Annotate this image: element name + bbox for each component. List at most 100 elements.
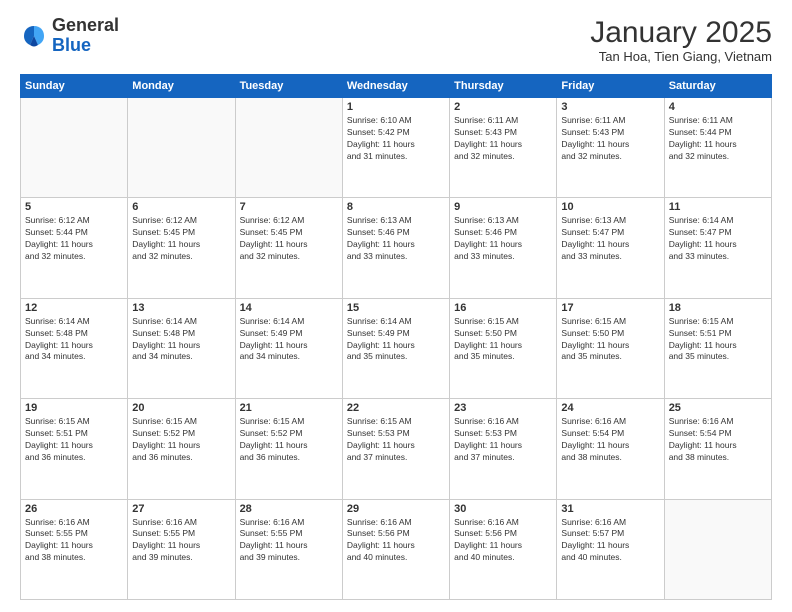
calendar-cell: 20Sunrise: 6:15 AM Sunset: 5:52 PM Dayli… (128, 399, 235, 499)
day-number: 28 (240, 503, 338, 515)
day-number: 27 (132, 503, 230, 515)
day-info: Sunrise: 6:10 AM Sunset: 5:42 PM Dayligh… (347, 115, 445, 163)
calendar-header-row: SundayMondayTuesdayWednesdayThursdayFrid… (21, 75, 772, 98)
calendar-cell (664, 499, 771, 599)
calendar-week-1: 5 Sunrise: 6:12 AM Sunset: 5:44 PM Daylig… (21, 198, 772, 298)
day-info: Sunrise: 6:15 AM Sunset: 5:50 PM Dayligh… (454, 316, 552, 364)
calendar-cell (21, 98, 128, 198)
header: General Blue January 2025 Tan Hoa, Tien … (20, 16, 772, 64)
calendar-cell: 9 Sunrise: 6:13 AM Sunset: 5:46 PM Daylig… (450, 198, 557, 298)
col-header-tuesday: Tuesday (235, 75, 342, 98)
day-number: 6 (132, 201, 230, 213)
logo-blue: Blue (52, 35, 91, 55)
day-info: Sunrise: 6:16 AM Sunset: 5:54 PM Dayligh… (669, 416, 767, 464)
day-number: 31 (561, 503, 659, 515)
calendar-cell: 12 Sunrise: 6:14 AM Sunset: 5:48 PM Dayli… (21, 298, 128, 398)
day-info: Sunrise: 6:16 AM Sunset: 5:57 PM Dayligh… (561, 517, 659, 565)
calendar-cell: 11Sunrise: 6:14 AM Sunset: 5:47 PM Dayli… (664, 198, 771, 298)
day-number: 13 (132, 302, 230, 314)
calendar-cell: 19 Sunrise: 6:15 AM Sunset: 5:51 PM Dayli… (21, 399, 128, 499)
day-info: Sunrise: 6:11 AM Sunset: 5:43 PM Dayligh… (561, 115, 659, 163)
calendar-cell: 30Sunrise: 6:16 AM Sunset: 5:56 PM Dayli… (450, 499, 557, 599)
calendar-cell: 15Sunrise: 6:14 AM Sunset: 5:49 PM Dayli… (342, 298, 449, 398)
day-number: 15 (347, 302, 445, 314)
col-header-thursday: Thursday (450, 75, 557, 98)
calendar-cell: 1Sunrise: 6:10 AM Sunset: 5:42 PM Daylig… (342, 98, 449, 198)
calendar-cell: 28 Sunrise: 6:16 AM Sunset: 5:55 PM Dayli… (235, 499, 342, 599)
calendar-cell: 22Sunrise: 6:15 AM Sunset: 5:53 PM Dayli… (342, 399, 449, 499)
calendar-cell: 3 Sunrise: 6:11 AM Sunset: 5:43 PM Daylig… (557, 98, 664, 198)
day-number: 7 (240, 201, 338, 213)
day-info: Sunrise: 6:11 AM Sunset: 5:43 PM Dayligh… (454, 115, 552, 163)
day-info: Sunrise: 6:14 AM Sunset: 5:48 PM Dayligh… (132, 316, 230, 364)
calendar-week-3: 19 Sunrise: 6:15 AM Sunset: 5:51 PM Dayli… (21, 399, 772, 499)
day-info: Sunrise: 6:15 AM Sunset: 5:51 PM Dayligh… (669, 316, 767, 364)
day-info: Sunrise: 6:14 AM Sunset: 5:48 PM Dayligh… (25, 316, 123, 364)
day-number: 3 (561, 101, 659, 113)
col-header-friday: Friday (557, 75, 664, 98)
logo: General Blue (20, 16, 119, 56)
day-info: Sunrise: 6:15 AM Sunset: 5:52 PM Dayligh… (240, 416, 338, 464)
calendar-cell: 21 Sunrise: 6:15 AM Sunset: 5:52 PM Dayli… (235, 399, 342, 499)
calendar-cell: 10Sunrise: 6:13 AM Sunset: 5:47 PM Dayli… (557, 198, 664, 298)
location: Tan Hoa, Tien Giang, Vietnam (590, 49, 772, 64)
col-header-wednesday: Wednesday (342, 75, 449, 98)
day-info: Sunrise: 6:16 AM Sunset: 5:56 PM Dayligh… (347, 517, 445, 565)
day-info: Sunrise: 6:12 AM Sunset: 5:45 PM Dayligh… (240, 215, 338, 263)
day-number: 29 (347, 503, 445, 515)
calendar-cell: 2 Sunrise: 6:11 AM Sunset: 5:43 PM Daylig… (450, 98, 557, 198)
day-info: Sunrise: 6:12 AM Sunset: 5:44 PM Dayligh… (25, 215, 123, 263)
day-number: 2 (454, 101, 552, 113)
day-number: 24 (561, 402, 659, 414)
day-info: Sunrise: 6:13 AM Sunset: 5:47 PM Dayligh… (561, 215, 659, 263)
day-number: 12 (25, 302, 123, 314)
calendar-week-4: 26 Sunrise: 6:16 AM Sunset: 5:55 PM Dayli… (21, 499, 772, 599)
day-info: Sunrise: 6:13 AM Sunset: 5:46 PM Dayligh… (454, 215, 552, 263)
calendar-cell: 26Sunrise: 6:16 AM Sunset: 5:55 PM Dayli… (21, 499, 128, 599)
month-title: January 2025 (590, 16, 772, 49)
day-info: Sunrise: 6:12 AM Sunset: 5:45 PM Dayligh… (132, 215, 230, 263)
calendar-cell: 4Sunrise: 6:11 AM Sunset: 5:44 PM Daylig… (664, 98, 771, 198)
calendar-week-0: 1Sunrise: 6:10 AM Sunset: 5:42 PM Daylig… (21, 98, 772, 198)
day-info: Sunrise: 6:16 AM Sunset: 5:53 PM Dayligh… (454, 416, 552, 464)
calendar-cell: 17 Sunrise: 6:15 AM Sunset: 5:50 PM Dayli… (557, 298, 664, 398)
calendar-cell: 8 Sunrise: 6:13 AM Sunset: 5:46 PM Daylig… (342, 198, 449, 298)
calendar-cell: 13 Sunrise: 6:14 AM Sunset: 5:48 PM Dayli… (128, 298, 235, 398)
calendar-cell: 29 Sunrise: 6:16 AM Sunset: 5:56 PM Dayli… (342, 499, 449, 599)
day-number: 9 (454, 201, 552, 213)
day-number: 21 (240, 402, 338, 414)
day-number: 5 (25, 201, 123, 213)
calendar-cell: 5 Sunrise: 6:12 AM Sunset: 5:44 PM Daylig… (21, 198, 128, 298)
day-info: Sunrise: 6:15 AM Sunset: 5:50 PM Dayligh… (561, 316, 659, 364)
calendar-cell: 6 Sunrise: 6:12 AM Sunset: 5:45 PM Daylig… (128, 198, 235, 298)
calendar-cell (128, 98, 235, 198)
title-block: January 2025 Tan Hoa, Tien Giang, Vietna… (590, 16, 772, 64)
calendar-cell: 23 Sunrise: 6:16 AM Sunset: 5:53 PM Dayli… (450, 399, 557, 499)
col-header-sunday: Sunday (21, 75, 128, 98)
day-number: 14 (240, 302, 338, 314)
day-info: Sunrise: 6:13 AM Sunset: 5:46 PM Dayligh… (347, 215, 445, 263)
day-info: Sunrise: 6:16 AM Sunset: 5:55 PM Dayligh… (240, 517, 338, 565)
calendar-cell: 31 Sunrise: 6:16 AM Sunset: 5:57 PM Dayli… (557, 499, 664, 599)
day-info: Sunrise: 6:14 AM Sunset: 5:49 PM Dayligh… (240, 316, 338, 364)
day-info: Sunrise: 6:15 AM Sunset: 5:51 PM Dayligh… (25, 416, 123, 464)
calendar-cell: 27 Sunrise: 6:16 AM Sunset: 5:55 PM Dayli… (128, 499, 235, 599)
day-number: 23 (454, 402, 552, 414)
logo-icon (20, 22, 48, 50)
day-number: 25 (669, 402, 767, 414)
day-info: Sunrise: 6:16 AM Sunset: 5:54 PM Dayligh… (561, 416, 659, 464)
day-number: 4 (669, 101, 767, 113)
day-number: 8 (347, 201, 445, 213)
day-number: 20 (132, 402, 230, 414)
calendar-cell: 14 Sunrise: 6:14 AM Sunset: 5:49 PM Dayli… (235, 298, 342, 398)
day-info: Sunrise: 6:16 AM Sunset: 5:55 PM Dayligh… (132, 517, 230, 565)
calendar-week-2: 12 Sunrise: 6:14 AM Sunset: 5:48 PM Dayli… (21, 298, 772, 398)
day-number: 19 (25, 402, 123, 414)
col-header-monday: Monday (128, 75, 235, 98)
day-info: Sunrise: 6:15 AM Sunset: 5:53 PM Dayligh… (347, 416, 445, 464)
day-number: 11 (669, 201, 767, 213)
day-number: 17 (561, 302, 659, 314)
calendar-cell: 25 Sunrise: 6:16 AM Sunset: 5:54 PM Dayli… (664, 399, 771, 499)
calendar-cell: 7 Sunrise: 6:12 AM Sunset: 5:45 PM Daylig… (235, 198, 342, 298)
day-number: 26 (25, 503, 123, 515)
